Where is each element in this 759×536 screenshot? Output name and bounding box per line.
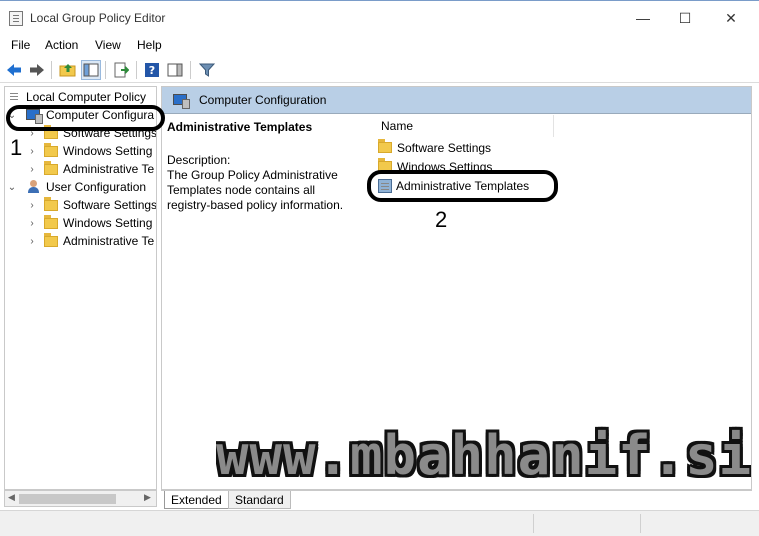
show-hide-tree-button[interactable] — [81, 60, 101, 80]
tree-item-user-administrative-templates[interactable]: › Administrative Te — [26, 232, 154, 250]
show-hide-tree-icon — [83, 63, 99, 77]
tree-item-label: Windows Setting — [63, 144, 153, 158]
window-title: Local Group Policy Editor — [30, 11, 166, 25]
folder-icon — [44, 232, 58, 247]
filter-button[interactable] — [197, 60, 217, 80]
chevron-right-icon[interactable]: › — [26, 236, 38, 247]
chevron-right-icon[interactable]: › — [26, 218, 38, 229]
folder-icon — [44, 196, 58, 211]
show-hide-action-pane-button[interactable] — [165, 60, 185, 80]
back-arrow-icon — [7, 64, 21, 76]
tree-item-local-computer-policy[interactable]: Local Computer Policy — [8, 88, 146, 106]
tree-item-administrative-templates[interactable]: › Administrative Te — [26, 160, 154, 178]
annotation-number-1: 1 — [10, 135, 23, 160]
help-icon: ? — [145, 63, 159, 77]
scrollbar-thumb[interactable] — [19, 494, 116, 504]
computer-icon — [173, 93, 190, 109]
annotation-ellipse-2 — [367, 170, 558, 202]
status-cell — [640, 514, 750, 533]
export-list-icon — [114, 62, 129, 78]
up-one-level-button[interactable] — [58, 60, 78, 80]
toolbar-separator — [136, 61, 137, 79]
watermark-text: www.mbahhanif.site — [216, 425, 751, 487]
folder-icon — [44, 142, 58, 157]
menu-file[interactable]: File — [11, 38, 30, 52]
title-bar: Local Group Policy Editor — ☐ ✕ — [0, 0, 759, 34]
tree-item-label: Administrative Te — [63, 162, 155, 176]
folder-icon — [44, 160, 58, 175]
menu-action[interactable]: Action — [45, 38, 78, 52]
column-header-name[interactable]: Name — [381, 119, 413, 133]
view-tabs: Extended Standard — [161, 490, 752, 509]
list-item-software-settings[interactable]: Software Settings — [378, 139, 491, 156]
minimize-icon: — — [636, 10, 650, 26]
maximize-button[interactable]: ☐ — [662, 1, 708, 35]
tree-item-user-software-settings[interactable]: › Software Settings — [26, 196, 157, 214]
filter-icon — [199, 63, 215, 77]
tree-item-label: Windows Setting — [63, 216, 153, 230]
chevron-right-icon[interactable]: › — [26, 164, 38, 175]
column-divider[interactable] — [553, 115, 554, 137]
details-header: Computer Configuration — [162, 87, 751, 114]
svg-text:?: ? — [149, 64, 155, 77]
tree-item-label: User Configuration — [46, 180, 147, 194]
scroll-right-icon[interactable]: ▶ — [144, 492, 151, 503]
tree-item-user-configuration[interactable]: ⌄ User Configuration — [6, 178, 146, 196]
status-bar — [0, 510, 759, 536]
chevron-down-icon[interactable]: ⌄ — [6, 182, 18, 193]
back-button[interactable] — [4, 60, 24, 80]
description-label: Description: — [167, 153, 231, 167]
annotation-ellipse-1 — [6, 105, 165, 131]
menu-help[interactable]: Help — [137, 38, 162, 52]
forward-arrow-icon — [30, 64, 44, 76]
user-icon — [26, 180, 42, 194]
close-button[interactable]: ✕ — [708, 1, 754, 35]
chevron-right-icon[interactable]: › — [26, 146, 38, 157]
tree-item-label: Software Settings — [63, 198, 157, 212]
chevron-right-icon[interactable]: › — [26, 200, 38, 211]
status-cell — [533, 514, 639, 533]
tree-horizontal-scrollbar[interactable]: ◀ ▶ — [4, 490, 157, 507]
minimize-button[interactable]: — — [620, 1, 666, 35]
tab-extended[interactable]: Extended — [164, 491, 229, 509]
folder-icon — [44, 214, 58, 229]
export-list-button[interactable] — [111, 60, 131, 80]
tab-standard[interactable]: Standard — [228, 491, 291, 509]
tree-item-user-windows-settings[interactable]: › Windows Setting — [26, 214, 152, 232]
help-button[interactable]: ? — [142, 60, 162, 80]
toolbar-separator — [190, 61, 191, 79]
up-folder-icon — [59, 64, 76, 77]
menu-bar: File Action View Help — [0, 34, 759, 56]
list-item-label: Software Settings — [397, 140, 492, 155]
policy-editor-app-icon — [9, 11, 23, 26]
tree-item-windows-settings[interactable]: › Windows Setting — [26, 142, 152, 160]
console-tree: Local Computer Policy ⌄ Computer Configu… — [4, 86, 157, 490]
description-text: The Group Policy Administrative Template… — [167, 168, 344, 212]
show-hide-action-pane-icon — [167, 63, 183, 77]
annotation-number-2: 2 — [435, 207, 448, 232]
scroll-left-icon[interactable]: ◀ — [8, 492, 15, 503]
toolbar-separator — [51, 61, 52, 79]
details-header-title: Computer Configuration — [199, 93, 327, 107]
close-icon: ✕ — [725, 9, 737, 26]
toolbar-separator — [105, 61, 106, 79]
tree-item-label: Administrative Te — [63, 234, 155, 248]
toolbar: ? — [0, 57, 759, 83]
folder-icon — [378, 139, 392, 153]
description-title: Administrative Templates — [167, 120, 313, 134]
menu-view[interactable]: View — [95, 38, 121, 52]
tree-item-label: Local Computer Policy — [26, 90, 147, 104]
forward-button[interactable] — [27, 60, 47, 80]
watermark: www.mbahhanif.site — [216, 425, 751, 490]
maximize-icon: ☐ — [678, 9, 692, 26]
